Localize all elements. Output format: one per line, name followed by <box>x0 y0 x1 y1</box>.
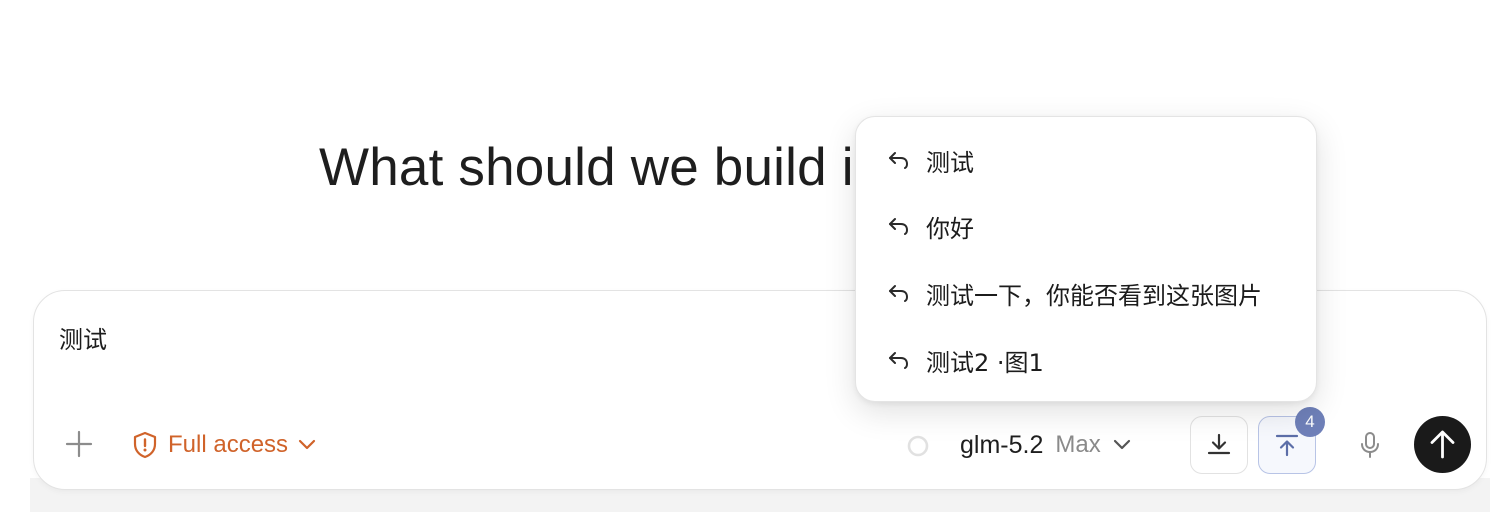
access-mode-button[interactable]: Full access <box>132 427 316 463</box>
history-item[interactable]: 你好 <box>886 206 974 246</box>
upload-button[interactable]: 4 <box>1258 407 1325 474</box>
add-attachment-button[interactable] <box>59 424 99 464</box>
upload-icon <box>1275 434 1299 457</box>
history-item-label: 测试2 ·图1 <box>926 348 1044 377</box>
model-selector[interactable]: glm-5.2 Max <box>960 427 1131 463</box>
history-item-label: 你好 <box>926 214 974 243</box>
upload-count-badge: 4 <box>1295 407 1325 437</box>
voice-input-button[interactable] <box>1352 427 1388 463</box>
app-window: What should we build i 测试 Full access gl… <box>0 0 1502 512</box>
reply-arrow-icon <box>886 147 912 173</box>
history-item[interactable]: 测试 <box>886 140 974 180</box>
send-button[interactable] <box>1414 416 1471 473</box>
shield-alert-icon <box>132 431 158 459</box>
reply-arrow-icon <box>886 213 912 239</box>
microphone-icon <box>1361 432 1379 458</box>
download-icon <box>1207 433 1231 455</box>
history-item[interactable]: 测试2 ·图1 <box>886 340 1044 380</box>
reply-arrow-icon <box>886 347 912 373</box>
chevron-down-icon <box>298 439 316 451</box>
history-item-label: 测试 <box>926 148 974 177</box>
page-title: What should we build i <box>319 138 854 197</box>
download-button[interactable] <box>1190 416 1248 474</box>
chevron-down-icon <box>1113 439 1131 451</box>
history-item-label: 测试一下，你能否看到这张图片 <box>926 281 1262 310</box>
history-popup: 测试 你好 测试一下，你能否看到这张图片 测试2 ·图1 <box>855 116 1317 402</box>
prompt-input[interactable]: 测试 <box>59 324 107 356</box>
model-tier: Max <box>1055 431 1101 458</box>
model-name: glm-5.2 <box>960 430 1044 459</box>
arrow-up-icon <box>1430 430 1455 459</box>
history-item[interactable]: 测试一下，你能否看到这张图片 <box>886 273 1262 313</box>
access-mode-label: Full access <box>168 431 289 458</box>
plus-icon <box>65 430 93 458</box>
circle-outline-icon <box>907 435 929 457</box>
reply-arrow-icon <box>886 280 912 306</box>
